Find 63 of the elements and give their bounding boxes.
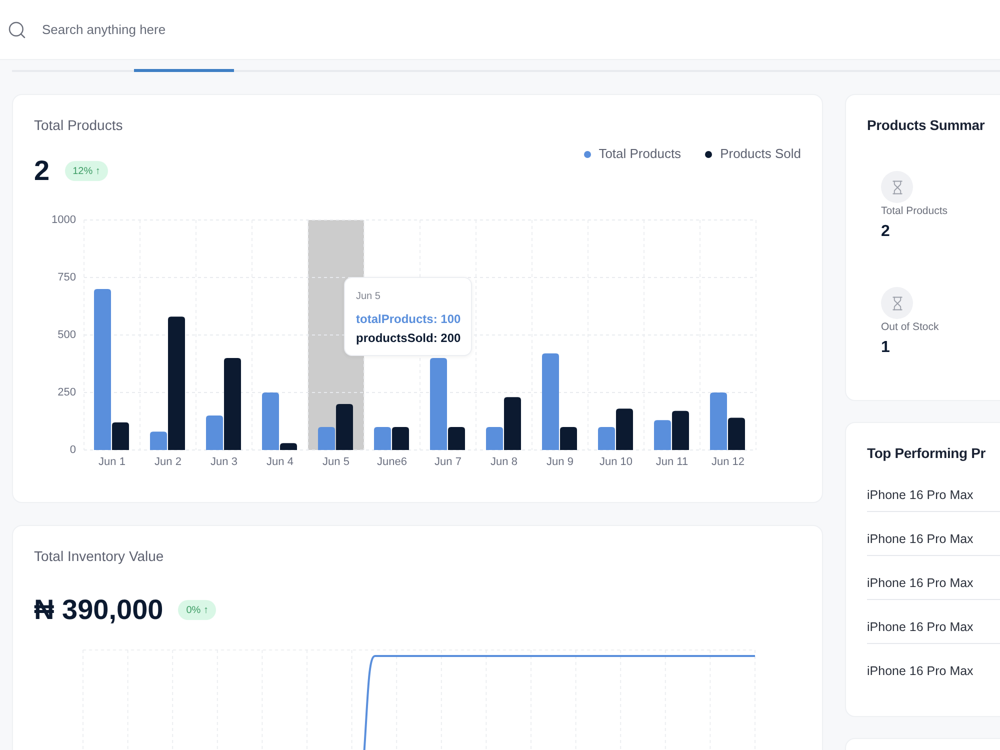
total-products-bar [206, 416, 223, 450]
x-axis-label: Jun 3 [210, 456, 238, 468]
total-products-bar [486, 427, 503, 450]
x-axis-label: Jun 9 [546, 456, 574, 468]
total-products-bar [262, 392, 279, 450]
stat-value: 2 [881, 222, 890, 242]
total-products-bar [598, 427, 615, 450]
legend-label: Products Sold [720, 146, 801, 162]
stat-label: Out of Stock [881, 321, 939, 333]
legend-label: Total Products [598, 146, 682, 162]
total-products-bar [374, 427, 391, 450]
y-axis-label: 0 [70, 444, 76, 456]
card-title: Total Products [34, 116, 123, 134]
tooltip-value: totalProducts: 100 [356, 312, 461, 327]
change-badge: 12% ↑ [64, 161, 108, 181]
x-axis-label: June6 [377, 456, 407, 468]
card-title: Total Inventory Value [34, 547, 164, 565]
stat-value: 1 [881, 338, 890, 358]
products-sold-bar [616, 408, 633, 450]
search-field[interactable]: Search anything here [42, 16, 402, 42]
x-axis-label: Jun 10 [599, 456, 633, 468]
hourglass-icon [881, 287, 913, 319]
x-axis-label: Jun 7 [434, 456, 462, 468]
x-axis-label: Jun 1 [98, 456, 126, 468]
inventory-value: ₦ 390,000 [34, 594, 164, 626]
products-sold-bar [392, 427, 409, 450]
search-icon [7, 20, 27, 40]
tooltip-date: Jun 5 [356, 290, 380, 303]
stat-label: Total Products [881, 205, 948, 217]
x-axis-label: Jun 5 [322, 456, 350, 468]
active-tab-indicator[interactable] [134, 69, 234, 72]
hourglass-icon [881, 171, 913, 203]
total-products-bar [710, 392, 727, 450]
product-name: iPhone 16 Pro Max [867, 531, 974, 547]
y-axis-label: 1000 [52, 214, 76, 226]
tooltip-value: productsSold: 200 [356, 331, 461, 346]
total-products-value: 2 [34, 155, 50, 187]
y-axis-label: 750 [58, 271, 76, 284]
product-name: iPhone 16 Pro Max [867, 575, 974, 591]
products-sold-bar [504, 397, 521, 450]
y-axis-label: 250 [58, 386, 76, 398]
card-title: Top Performing Pr [867, 444, 986, 462]
products-sold-bar [728, 418, 745, 450]
x-axis-label: Jun 11 [656, 456, 688, 468]
products-sold-bar [280, 443, 297, 450]
change-badge: 0% ↑ [178, 600, 216, 620]
x-axis-label: Jun 4 [266, 456, 294, 468]
x-axis-label: Jun 2 [154, 456, 182, 468]
total-products-bar [654, 420, 671, 450]
product-name: iPhone 16 Pro Max [867, 619, 974, 635]
products-sold-bar [560, 427, 577, 450]
x-axis-label: Jun 8 [490, 456, 518, 468]
products-sold-bar [448, 427, 465, 450]
product-name: iPhone 16 Pro Max [867, 487, 974, 503]
products-sold-bar [336, 404, 353, 450]
y-axis-label: 500 [58, 328, 76, 341]
total-products-bar [318, 427, 335, 450]
total-products-bar [150, 432, 167, 450]
product-name: iPhone 16 Pro Max [867, 663, 974, 679]
products-sold-bar [112, 422, 129, 450]
card-title: Products Summar [867, 116, 985, 134]
products-sold-bar [672, 410, 689, 450]
x-axis-label: Jun 12 [711, 456, 745, 468]
